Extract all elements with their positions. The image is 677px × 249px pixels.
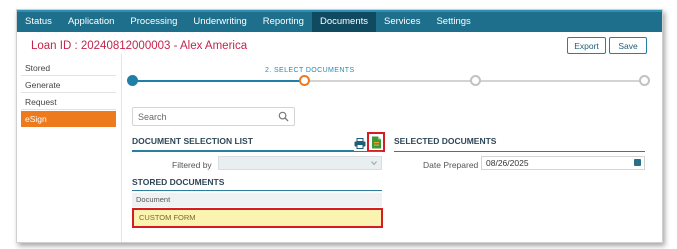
calendar-icon[interactable] <box>634 159 641 166</box>
selection-section-divider <box>132 151 382 152</box>
selected-title-underline <box>394 151 645 152</box>
nav-status[interactable]: Status <box>17 12 60 32</box>
date-prepared-label: Date Prepared <box>423 160 479 170</box>
export-document-button[interactable] <box>367 132 385 152</box>
sidebar-divider <box>121 54 122 242</box>
date-prepared-value: 08/26/2025 <box>486 158 529 168</box>
sidebar-item-request[interactable]: Request <box>21 94 116 110</box>
sidebar-item-esign[interactable]: eSign <box>21 111 116 127</box>
filter-label: Filtered by <box>172 160 212 170</box>
sidebar-item-generate[interactable]: Generate <box>21 77 116 93</box>
top-navigation: Status Application Processing Underwriti… <box>17 10 662 32</box>
date-prepared-field[interactable]: 08/26/2025 <box>481 156 645 170</box>
stored-documents-title: STORED DOCUMENTS <box>132 177 225 187</box>
table-row[interactable]: CUSTOM FORM <box>132 208 383 228</box>
filter-select[interactable] <box>218 156 382 170</box>
step-label-current: 2. SELECT DOCUMENTS <box>265 67 355 74</box>
nav-reporting[interactable]: Reporting <box>255 12 312 32</box>
app-window: Status Application Processing Underwriti… <box>16 9 663 243</box>
nav-application[interactable]: Application <box>60 12 122 32</box>
sidebar-item-stored[interactable]: Stored <box>21 60 116 76</box>
step-4-dot[interactable] <box>639 75 650 86</box>
nav-underwriting[interactable]: Underwriting <box>185 12 254 32</box>
loan-title: Loan ID : 20240812000003 - Alex America <box>31 40 248 52</box>
search-icon[interactable] <box>278 111 289 122</box>
document-selection-title: DOCUMENT SELECTION LIST <box>132 136 253 146</box>
selected-documents-title: SELECTED DOCUMENTS <box>394 136 497 146</box>
nav-services[interactable]: Services <box>376 12 428 32</box>
nav-processing[interactable]: Processing <box>122 12 185 32</box>
nav-settings[interactable]: Settings <box>428 12 478 32</box>
step-3-dot[interactable] <box>470 75 481 86</box>
export-button[interactable]: Export <box>567 37 606 54</box>
chevron-down-icon <box>371 161 377 166</box>
step-1-dot[interactable] <box>127 75 138 86</box>
nav-documents[interactable]: Documents <box>311 12 377 32</box>
document-column-header: Document <box>132 193 382 207</box>
print-icon[interactable] <box>354 138 366 149</box>
search-input[interactable] <box>133 108 273 125</box>
save-button[interactable]: Save <box>609 37 647 54</box>
documents-sidebar: Stored Generate Request eSign <box>21 60 116 128</box>
stepper-track-complete <box>133 80 304 82</box>
search-box <box>132 107 295 126</box>
stored-title-underline <box>132 190 382 191</box>
export-document-icon <box>372 136 381 149</box>
step-2-dot[interactable] <box>299 75 310 86</box>
